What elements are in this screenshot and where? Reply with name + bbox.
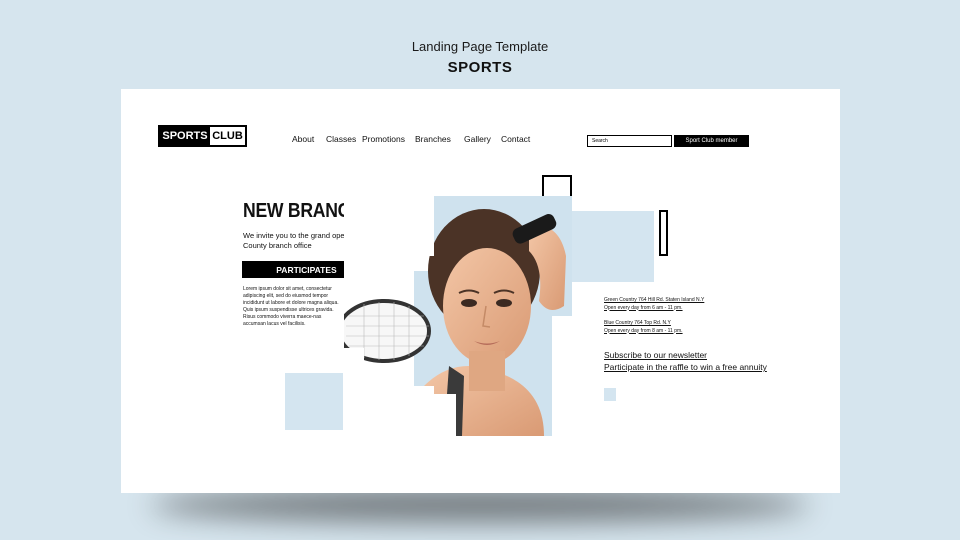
decor-bar-outline xyxy=(659,210,668,256)
nav-gallery[interactable]: Gallery xyxy=(464,134,491,144)
logo-part-sports: SPORTS xyxy=(160,127,210,145)
landing-page: SPORTS CLUB About Classes Promotions Bra… xyxy=(121,89,840,493)
newsletter-link[interactable]: Subscribe to our newsletter xyxy=(604,350,707,360)
nav-promotions[interactable]: Promotions xyxy=(362,134,405,144)
page-shadow xyxy=(150,488,810,522)
decor-square-blue xyxy=(285,373,343,430)
address-line: Green Country 764 Hill Rd. Staten Island… xyxy=(604,297,705,303)
nav-classes[interactable]: Classes xyxy=(326,134,356,144)
search-input[interactable] xyxy=(587,135,672,147)
nav-about[interactable]: About xyxy=(292,134,314,144)
nav-branches[interactable]: Branches xyxy=(415,134,451,144)
decor-square-blue xyxy=(572,211,654,282)
template-title: Landing Page Template xyxy=(411,39,549,54)
raffle-link[interactable]: Participate in the raffle to win a free … xyxy=(604,362,767,372)
template-subtitle: SPORTS xyxy=(447,59,513,76)
logo-part-club: CLUB xyxy=(212,130,243,142)
address-green-country[interactable]: Green Country 764 Hill Rd. Staten Island… xyxy=(604,297,704,312)
sports-club-logo[interactable]: SPORTS CLUB xyxy=(158,125,247,147)
decor-square-blue xyxy=(604,388,616,401)
sport-club-member-button[interactable]: Sport Club member xyxy=(674,135,749,147)
address-hours: Open every day from 6 am - 11 pm. xyxy=(604,304,683,311)
address-line: Blue Country 764 Top Rd. N.Y xyxy=(604,320,671,326)
nav-contact[interactable]: Contact xyxy=(501,134,530,144)
hero-body-text: Lorem ipsum dolor sit amet, consectetur … xyxy=(243,286,339,327)
address-hours: Open every day from 8 am - 11 pm. xyxy=(604,327,683,334)
address-blue-country[interactable]: Blue Country 764 Top Rd. N.Y Open every … xyxy=(604,320,683,335)
athlete-photo xyxy=(344,196,572,436)
